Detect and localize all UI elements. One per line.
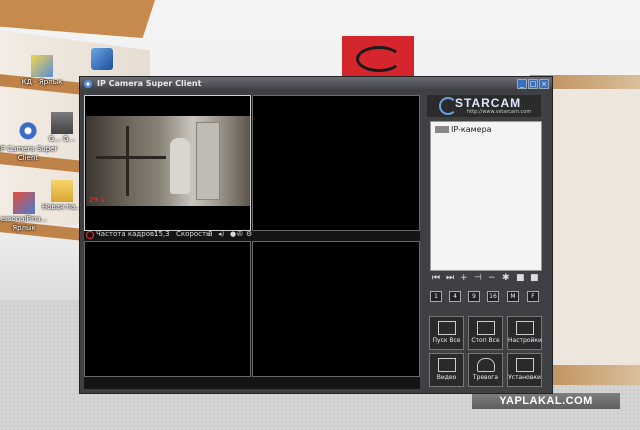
folder-icon xyxy=(51,180,73,202)
screen-icon[interactable]: ■ xyxy=(530,273,539,283)
brand-logo: STARCAM http://www.vstarcam.com xyxy=(427,95,541,117)
video-pane-1[interactable]: 29.1 xyxy=(84,95,251,231)
tools-icon xyxy=(515,358,534,372)
start-all-icon xyxy=(437,321,456,335)
desktop-icon-g[interactable]: G... G... xyxy=(42,112,82,144)
minimize-button[interactable]: _ xyxy=(517,79,527,89)
camera-icon xyxy=(17,122,39,144)
layout-9-button[interactable]: 9 xyxy=(468,291,480,302)
fps-label: Частота кадров: xyxy=(96,230,157,238)
finance-icon xyxy=(13,192,35,214)
feed-pipe xyxy=(126,126,129,196)
video-pane-3[interactable] xyxy=(84,241,251,377)
video-status-bar: Частота кадров: 15,3 Скорость: 8 ◂) ● ✇ … xyxy=(84,230,420,240)
camera-feed: 29.1 xyxy=(86,116,250,206)
start-all-button[interactable]: Пуск Все xyxy=(429,316,464,350)
fps-value: 15,3 xyxy=(154,230,170,238)
title-bar[interactable]: IP Camera Super Client _ □ × xyxy=(80,77,552,91)
feed-pipe xyxy=(96,156,166,159)
app-window: IP Camera Super Client _ □ × 29.1 Частот… xyxy=(79,76,553,394)
watermark: YAPLAKAL.COM xyxy=(472,393,620,409)
close-button[interactable]: × xyxy=(539,79,549,89)
video-file-icon xyxy=(437,358,456,372)
tool-icon[interactable]: ⊣ xyxy=(474,273,482,283)
window-title: IP Camera Super Client xyxy=(97,79,202,88)
shortcut-icon xyxy=(31,55,53,77)
next-icon[interactable]: ⏭ xyxy=(446,273,454,283)
video-grid: 29.1 xyxy=(84,95,420,389)
layout-16-button[interactable]: 16 xyxy=(487,291,499,302)
remove-icon[interactable]: − xyxy=(488,273,496,283)
wallpaper-red-sign xyxy=(342,36,414,76)
gear-icon[interactable]: ⚙ xyxy=(246,230,252,238)
settings-button[interactable]: Настройки xyxy=(507,316,542,350)
desktop-icon-new-folder[interactable]: Новая па... xyxy=(40,180,84,212)
tree-item-ip-camera[interactable]: IP-камера xyxy=(435,125,492,134)
feed-boiler xyxy=(170,138,190,194)
ptz-toolbar: ⏮ ⏭ + ⊣ − ✱ ■ ■ xyxy=(430,273,542,285)
desktop-icon-network[interactable] xyxy=(70,48,134,71)
layout-fullscreen-button[interactable]: F xyxy=(527,291,539,302)
camera-icon xyxy=(84,80,92,88)
layout-m-button[interactable]: M xyxy=(507,291,519,302)
layout-toolbar: 1 4 9 16 M F xyxy=(430,291,542,305)
record-video-icon[interactable]: ✇ xyxy=(237,230,243,238)
audio-icon[interactable]: ◂) xyxy=(218,230,224,238)
setup-button[interactable]: Установки xyxy=(507,353,542,387)
stop-all-button[interactable]: Стоп Все xyxy=(468,316,503,350)
logo-url: http://www.vstarcam.com xyxy=(467,109,532,115)
video-button[interactable]: Видео xyxy=(429,353,464,387)
video-timestamp: 29.1 xyxy=(89,196,105,204)
settings-icon[interactable]: ✱ xyxy=(502,273,510,283)
add-icon[interactable]: + xyxy=(460,273,468,283)
device-tree[interactable]: IP-камера xyxy=(430,121,542,271)
desktop-icon-kd-shortcut[interactable]: КД - Ярлык xyxy=(10,55,74,87)
stop-all-icon xyxy=(476,321,495,335)
alarm-button[interactable]: Тревога xyxy=(468,353,503,387)
monitor-icon[interactable]: ■ xyxy=(516,273,525,283)
video-pane-4[interactable] xyxy=(252,241,420,377)
feed-door xyxy=(196,122,220,200)
layout-1-button[interactable]: 1 xyxy=(430,291,442,302)
wrench-icon xyxy=(515,321,534,335)
camera-group-icon xyxy=(435,126,449,133)
video-pane-2[interactable] xyxy=(252,95,420,231)
layout-4-button[interactable]: 4 xyxy=(449,291,461,302)
app-icon xyxy=(51,112,73,134)
snapshot-icon[interactable]: ● xyxy=(230,230,236,238)
wallpaper-shelf-top xyxy=(0,0,155,38)
maximize-button[interactable]: □ xyxy=(528,79,538,89)
prev-icon[interactable]: ⏮ xyxy=(432,273,440,283)
logo-text: STARCAM xyxy=(455,96,522,110)
bell-icon xyxy=(476,358,495,372)
network-icon xyxy=(91,48,113,70)
record-icon[interactable] xyxy=(86,231,94,239)
speed-value: 8 xyxy=(208,230,213,238)
